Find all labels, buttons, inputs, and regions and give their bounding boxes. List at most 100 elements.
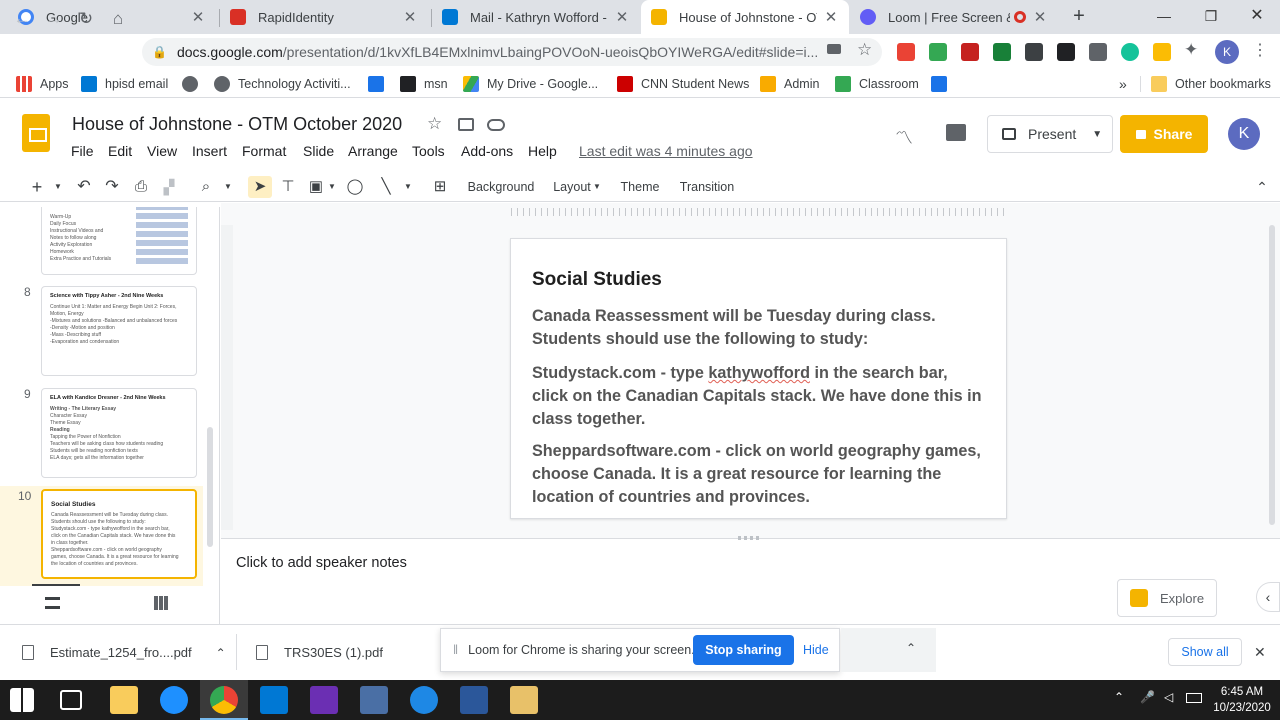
close-icon[interactable]: ✕ (823, 8, 839, 26)
new-slide-icon[interactable]: + (28, 176, 46, 198)
cloud-status-icon[interactable] (487, 119, 505, 131)
tab-slides-active[interactable]: House of Johnstone - OTM ✕ (641, 0, 849, 34)
menu-edit[interactable]: Edit (108, 143, 132, 159)
volume-icon[interactable]: ◁ (1164, 690, 1173, 704)
bookmark-technology[interactable]: Technology Activiti... (214, 74, 351, 94)
profile-avatar[interactable]: K (1215, 40, 1239, 64)
canvas-scrollbar[interactable] (1269, 225, 1275, 525)
window-close-button[interactable]: ✕ (1234, 0, 1280, 32)
slide-filmstrip[interactable]: Warm-Up Daily Focus Instructional Videos… (0, 207, 220, 589)
close-icon[interactable]: ✕ (1032, 8, 1048, 26)
collapse-toolbar-icon[interactable]: ⌃ (1252, 176, 1272, 198)
close-icon[interactable]: ✕ (614, 8, 630, 26)
taskbar-clock[interactable]: 6:45 AM 10/23/2020 (1207, 684, 1277, 716)
file-explorer-icon[interactable] (110, 686, 138, 714)
microphone-icon[interactable]: 🎤 (1140, 690, 1155, 704)
close-downloads-icon[interactable]: ✕ (1254, 644, 1266, 661)
speaker-notes-placeholder[interactable]: Click to add speaker notes (236, 555, 407, 571)
redo-icon[interactable]: ↷ (102, 176, 122, 198)
filmstrip-scrollbar[interactable] (207, 427, 213, 547)
close-icon[interactable]: ✕ (190, 8, 206, 26)
menu-insert[interactable]: Insert (192, 143, 227, 159)
menu-help[interactable]: Help (528, 143, 557, 159)
slide-thumbnail-7[interactable]: Warm-Up Daily Focus Instructional Videos… (41, 207, 197, 275)
show-all-downloads-button[interactable]: Show all (1168, 638, 1242, 666)
slide-title[interactable]: Social Studies (532, 269, 662, 291)
tab-mail[interactable]: Mail - Kathryn Wofford - Ou ✕ (432, 0, 640, 34)
home-button[interactable]: ⌂ (105, 6, 131, 32)
forward-button[interactable]: → (41, 6, 67, 32)
bookmark-classroom[interactable]: Classroom (835, 74, 919, 94)
bookmark-cnn[interactable]: CNN Student News (617, 74, 749, 94)
more-bookmarks-button[interactable]: » (1119, 74, 1127, 94)
battery-icon[interactable] (1186, 693, 1202, 703)
new-tab-button[interactable]: + (1068, 5, 1090, 27)
slide-thumbnail-8[interactable]: Science with Tippy Asher - 2nd Nine Week… (41, 286, 197, 376)
extension-icon[interactable] (961, 43, 979, 61)
explore-button[interactable]: Explore (1117, 579, 1217, 617)
show-hidden-icons-icon[interactable]: ⌃ (1114, 690, 1124, 704)
app-icon[interactable] (360, 686, 388, 714)
bookmark-msn[interactable]: msn (400, 74, 448, 94)
minimize-button[interactable]: — (1141, 0, 1187, 32)
bookmark-admin[interactable]: Admin (760, 74, 819, 94)
edge-icon[interactable] (160, 686, 188, 714)
select-cursor-icon[interactable]: ➤ (248, 176, 272, 198)
slide-paragraph-1[interactable]: Canada Reassessment will be Tuesday duri… (532, 305, 987, 351)
grammarly-icon[interactable] (1121, 43, 1139, 61)
slide-thumbnail-9[interactable]: ELA with Kandice Dresner - 2nd Nine Week… (41, 388, 197, 478)
slides-logo-icon[interactable] (22, 114, 50, 152)
outlook-icon[interactable] (260, 686, 288, 714)
image-dropdown-icon[interactable]: ▼ (327, 176, 337, 198)
document-title[interactable]: House of Johnstone - OTM October 2020 (72, 114, 402, 135)
puzzle-icon[interactable]: ✦ (1184, 40, 1198, 60)
layout-dropdown-icon[interactable]: ▼ (592, 176, 602, 198)
bookmark-my-drive[interactable]: My Drive - Google... (463, 74, 598, 94)
menu-arrange[interactable]: Arrange (348, 143, 398, 159)
line-icon[interactable]: ╲ (376, 176, 396, 198)
image-icon[interactable]: ▣ (306, 176, 326, 198)
grid-view-icon[interactable] (154, 596, 168, 610)
side-panel-toggle-icon[interactable]: ‹ (1256, 582, 1280, 612)
move-folder-icon[interactable] (458, 118, 474, 131)
transition-button[interactable]: Transition (676, 176, 738, 198)
extension-icon[interactable] (993, 43, 1011, 61)
extension-icon[interactable] (1089, 43, 1107, 61)
bookmark-calendar[interactable] (368, 74, 392, 94)
stop-sharing-button[interactable]: Stop sharing (693, 635, 794, 665)
activity-trend-icon[interactable]: 〽 (895, 124, 913, 150)
extension-icon[interactable] (1025, 43, 1043, 61)
tab-rapididentity[interactable]: RapidIdentity ✕ (220, 0, 428, 34)
tab-loom[interactable]: Loom | Free Screen & V ✕ (850, 0, 1058, 34)
more-icon[interactable]: ⋮ (1252, 40, 1268, 60)
menu-slide[interactable]: Slide (303, 143, 334, 159)
windows-start-icon[interactable] (10, 688, 34, 712)
bookmark-globe[interactable] (182, 74, 206, 94)
print-icon[interactable]: ⎙ (131, 176, 151, 198)
hide-button[interactable]: Hide (803, 643, 829, 657)
new-slide-dropdown-icon[interactable]: ▼ (52, 176, 64, 198)
slide-paragraph-2[interactable]: Studystack.com - type kathywofford in th… (532, 362, 987, 430)
download-item[interactable]: Estimate_1254_fro....pdf ⌃ (22, 645, 226, 660)
restore-button[interactable]: ❐ (1188, 0, 1234, 32)
task-view-icon[interactable] (60, 690, 82, 710)
menu-format[interactable]: Format (242, 143, 286, 159)
present-dropdown-icon[interactable]: ▼ (1092, 129, 1102, 140)
background-button[interactable]: Background (463, 176, 539, 198)
bookmark-calendar-2[interactable] (931, 74, 955, 94)
bookmark-apps[interactable]: Apps (16, 74, 69, 94)
theme-button[interactable]: Theme (616, 176, 664, 198)
other-bookmarks[interactable]: Other bookmarks (1151, 74, 1271, 94)
chrome-taskbar-active[interactable] (200, 680, 248, 720)
menu-file[interactable]: File (71, 143, 94, 159)
star-icon[interactable]: ☆ (427, 114, 442, 134)
chevron-up-icon[interactable]: ⌃ (906, 641, 916, 655)
chevron-up-icon[interactable]: ⌃ (216, 646, 226, 660)
address-bar[interactable]: 🔒 docs.google.com/presentation/d/1kvXfLB… (142, 38, 882, 66)
line-dropdown-icon[interactable]: ▼ (402, 176, 414, 198)
bookmark-star-icon[interactable]: ☆ (857, 40, 872, 60)
bookmark-hpisd-email[interactable]: hpisd email (81, 74, 168, 94)
text-box-icon[interactable]: ⊤ (278, 176, 298, 198)
drive-extension-icon[interactable] (929, 43, 947, 61)
extension-icon[interactable] (1153, 43, 1171, 61)
